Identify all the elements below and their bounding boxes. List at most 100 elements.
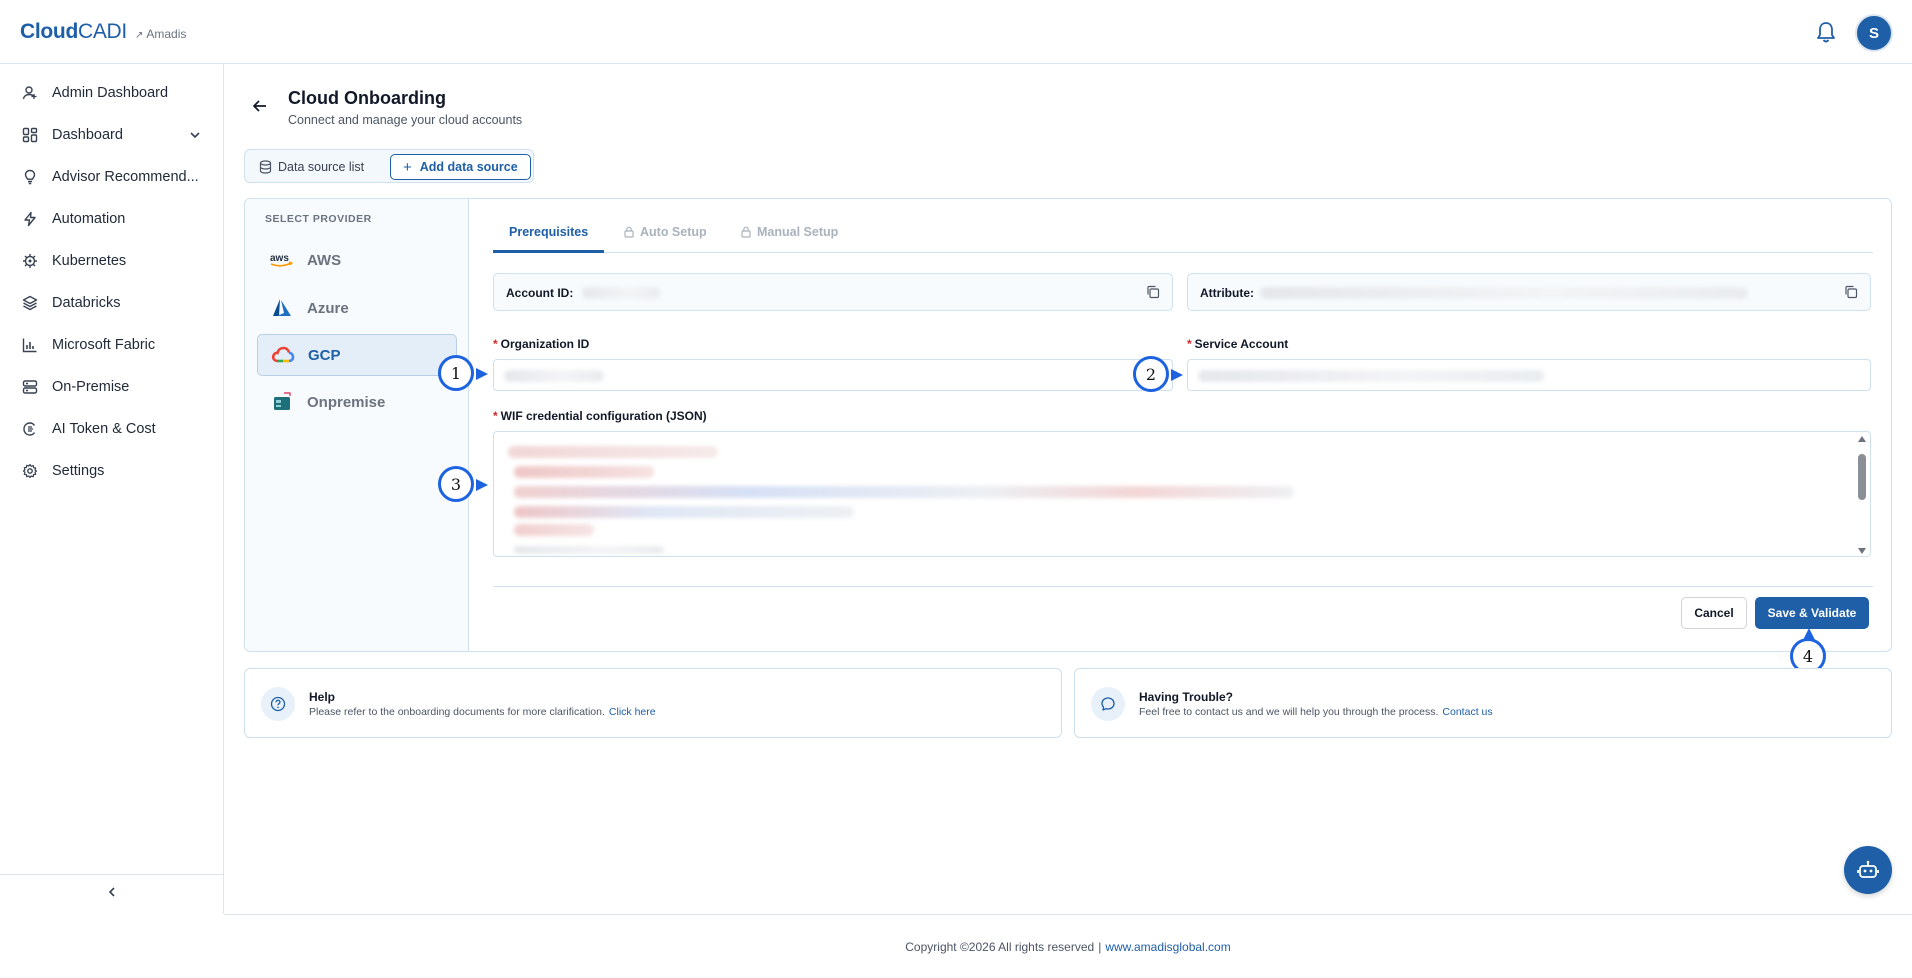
service-account-value-redacted	[1198, 370, 1544, 382]
field-label-text: WIF credential configuration (JSON)	[500, 409, 707, 423]
service-account-input[interactable]	[1187, 359, 1871, 391]
provider-list: SELECT PROVIDER aws AWS Azure GCP Onprem…	[245, 199, 469, 651]
website-link[interactable]: www.amadisglobal.com	[1105, 940, 1230, 954]
plus-icon: +	[403, 158, 412, 176]
lock-icon	[741, 226, 751, 238]
bell-icon[interactable]	[1815, 20, 1837, 44]
sidebar-item-automation[interactable]: Automation	[20, 204, 200, 234]
copy-icon[interactable]	[1844, 285, 1858, 304]
setup-steps: Prerequisites Auto Setup Manual Setup	[493, 199, 1873, 253]
trouble-card: Having Trouble? Feel free to contact us …	[1074, 668, 1892, 738]
chevron-left-icon	[105, 885, 119, 904]
organization-id-label: * Organization ID	[493, 337, 589, 351]
sidebar-item-label: On-Premise	[52, 379, 130, 395]
onpremise-server-icon	[269, 392, 295, 412]
robot-icon	[1857, 860, 1879, 878]
sidebar-item-on-premise[interactable]: On-Premise	[20, 372, 200, 402]
cancel-button[interactable]: Cancel	[1681, 597, 1747, 629]
external-arrow-icon: ↗	[134, 30, 144, 41]
help-description: Please refer to the onboarding documents…	[309, 706, 605, 718]
sidebar-item-dashboard[interactable]: Dashboard	[20, 120, 202, 150]
tab-label: Add data source	[419, 160, 518, 174]
sidebar-item-microsoft-fabric[interactable]: Microsoft Fabric	[20, 330, 200, 360]
wif-config-textarea[interactable]	[493, 431, 1871, 557]
server-icon	[20, 377, 40, 397]
sidebar-item-label: Dashboard	[52, 127, 123, 143]
contact-us-link[interactable]: Contact us	[1442, 706, 1492, 718]
aws-icon: aws	[269, 250, 295, 270]
lightbulb-icon	[20, 167, 40, 187]
json-line-redacted	[508, 446, 718, 458]
sidebar-item-label: Automation	[52, 211, 126, 227]
sidebar-item-ai-token-cost[interactable]: AI Token & Cost	[20, 414, 200, 444]
scroll-thumb[interactable]	[1858, 454, 1866, 500]
attribute-label: Attribute:	[1200, 286, 1254, 300]
sidebar-item-label: AI Token & Cost	[52, 421, 156, 437]
active-tab-indicator	[493, 250, 604, 253]
copy-icon[interactable]	[1146, 285, 1160, 304]
tab-manual-setup[interactable]: Manual Setup	[741, 225, 838, 239]
account-id-value-redacted	[582, 287, 660, 299]
required-mark: *	[493, 409, 498, 423]
provider-azure[interactable]: Azure	[257, 287, 457, 329]
annotation-marker-3: 3	[438, 466, 474, 502]
chevron-down-icon[interactable]	[188, 128, 202, 146]
annotation-marker-2: 2	[1133, 356, 1169, 392]
layers-icon	[20, 293, 40, 313]
json-line-redacted	[514, 466, 654, 478]
json-line-redacted	[514, 546, 664, 554]
provider-onpremise[interactable]: Onpremise	[257, 381, 457, 423]
tab-auto-setup[interactable]: Auto Setup	[624, 225, 707, 239]
avatar[interactable]: S	[1855, 14, 1893, 52]
collapse-sidebar-button[interactable]	[0, 874, 224, 914]
back-arrow-icon[interactable]	[250, 96, 270, 116]
sidebar-item-kubernetes[interactable]: Kubernetes	[20, 246, 200, 276]
save-validate-button[interactable]: Save & Validate	[1755, 597, 1869, 629]
brand-name-bold: Cloud	[20, 20, 78, 43]
lock-icon	[624, 226, 634, 238]
tab-label: Auto Setup	[640, 225, 707, 239]
top-bar: Cloud CADI ↗ Amadis S	[0, 0, 1912, 64]
form-divider	[493, 586, 1873, 587]
json-line-redacted	[514, 486, 1294, 498]
sidebar-item-admin-dashboard[interactable]: Admin Dashboard	[20, 78, 200, 108]
marker-number: 1	[450, 363, 462, 383]
lightning-icon	[20, 209, 40, 229]
tab-data-source-list[interactable]: Data source list	[253, 156, 370, 178]
provider-gcp[interactable]: GCP	[257, 334, 457, 376]
sidebar-item-advisor[interactable]: Advisor Recommend...	[20, 162, 200, 192]
bar-chart-icon	[20, 335, 40, 355]
provider-aws[interactable]: aws AWS	[257, 239, 457, 281]
brand-logo[interactable]: Cloud CADI ↗ Amadis	[20, 20, 186, 44]
copyright-text: Copyright ©2026 All rights reserved	[905, 939, 1095, 954]
tab-label: Prerequisites	[509, 225, 589, 239]
chat-bubble-icon	[1091, 687, 1125, 721]
provider-label: GCP	[308, 346, 341, 364]
textarea-scrollbar[interactable]	[1857, 436, 1867, 554]
field-label-text: Service Account	[1194, 337, 1289, 351]
organization-id-input[interactable]	[493, 359, 1173, 391]
help-card: Help Please refer to the onboarding docu…	[244, 668, 1062, 738]
help-link[interactable]: Click here	[609, 706, 656, 718]
user-icon	[20, 83, 40, 103]
marker-number: 4	[1802, 646, 1814, 666]
help-text: Please refer to the onboarding documents…	[309, 706, 656, 718]
sidebar: Admin Dashboard Dashboard Advisor Recomm…	[0, 64, 224, 914]
footer: Copyright ©2026 All rights reserved | ww…	[224, 914, 1912, 978]
organization-id-value-redacted	[504, 370, 604, 382]
data-source-tabs: Data source list + Add data source	[244, 149, 534, 183]
account-id-label: Account ID:	[506, 286, 574, 300]
brand-name-light: CADI	[77, 20, 127, 43]
svg-text:aws: aws	[270, 253, 289, 264]
add-data-source-button[interactable]: + Add data source	[390, 154, 531, 180]
json-line-redacted	[514, 506, 854, 518]
sidebar-item-databricks[interactable]: Databricks	[20, 288, 200, 318]
chatbot-button[interactable]	[1844, 846, 1892, 894]
org-switcher[interactable]: ↗ Amadis	[135, 27, 186, 41]
question-icon	[261, 687, 295, 721]
footer-separator: |	[1098, 939, 1102, 954]
tab-prerequisites[interactable]: Prerequisites	[509, 225, 588, 239]
required-mark: *	[1187, 337, 1192, 351]
account-id-box: Account ID:	[493, 273, 1173, 311]
sidebar-item-settings[interactable]: Settings	[20, 456, 200, 486]
